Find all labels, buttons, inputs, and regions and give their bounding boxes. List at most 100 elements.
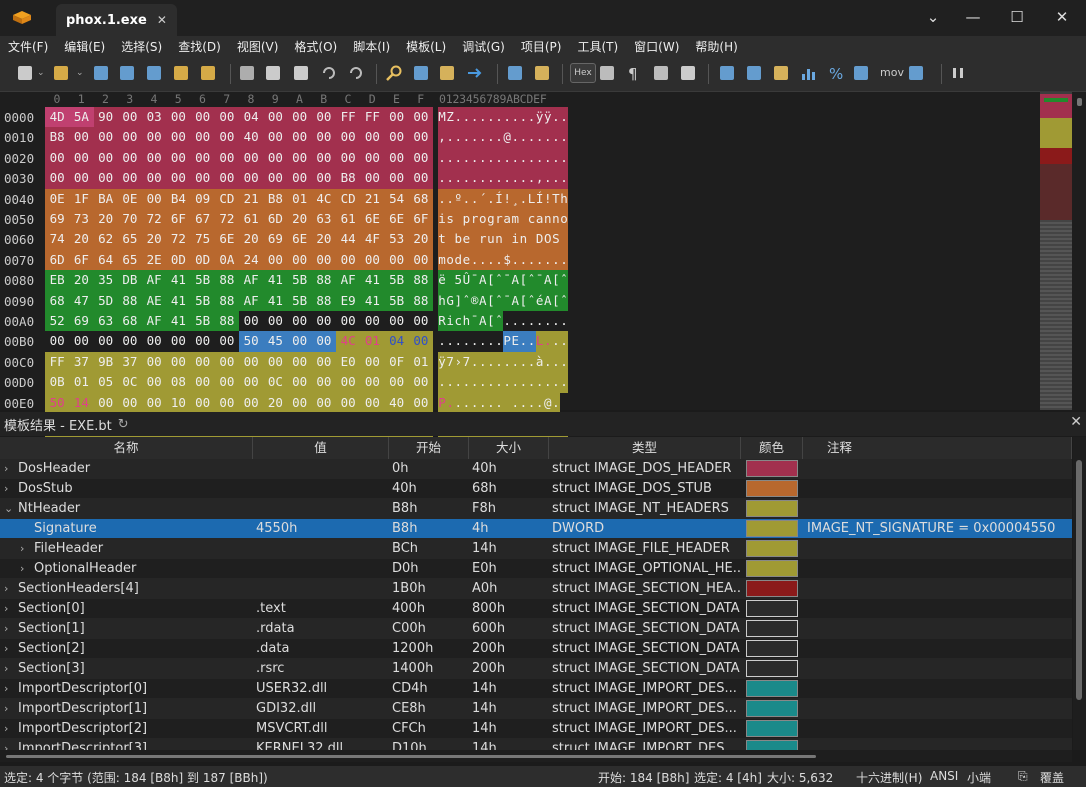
bookmark-next-icon[interactable] xyxy=(533,64,551,82)
hex-editor[interactable]: 0123456789ABCDEF 0123456789ABCDEF 0000 4D… xyxy=(0,92,1086,475)
ascii-char[interactable]: E xyxy=(511,331,520,352)
ascii-char[interactable]: n xyxy=(494,229,504,250)
hex-byte[interactable]: 00 xyxy=(360,392,385,413)
ascii-char[interactable]: ! xyxy=(543,188,552,209)
ascii-char[interactable]: . xyxy=(519,392,528,413)
hex-byte[interactable]: 00 xyxy=(384,147,409,169)
hex-byte[interactable]: 00 xyxy=(360,249,385,271)
ascii-char[interactable]: u xyxy=(486,229,495,250)
tab-close-icon[interactable]: ✕ xyxy=(157,13,167,27)
hex-byte[interactable]: 00 xyxy=(336,311,360,331)
chevron-right-icon[interactable]: › xyxy=(4,702,18,715)
hex-byte[interactable]: 52 xyxy=(45,311,70,332)
ascii-char[interactable]: 7 xyxy=(462,351,471,373)
color-swatch[interactable] xyxy=(746,520,798,537)
ascii-char[interactable]: h xyxy=(438,290,447,311)
goto-icon[interactable] xyxy=(466,64,484,82)
hex-byte[interactable]: 20 xyxy=(239,229,264,250)
table-scroll-thumb[interactable] xyxy=(1076,460,1082,700)
hex-byte[interactable]: 00 xyxy=(384,249,409,271)
ascii-char[interactable]: . xyxy=(494,127,504,148)
hex-byte[interactable]: B8 xyxy=(336,168,361,189)
hex-byte[interactable]: 6E xyxy=(360,209,385,230)
hex-byte[interactable]: 0D xyxy=(190,249,215,271)
hex-byte[interactable]: 00 xyxy=(263,249,288,271)
hex-byte[interactable]: 40 xyxy=(239,127,264,148)
ascii-char[interactable]: t xyxy=(438,229,447,250)
color-swatch[interactable] xyxy=(746,540,798,557)
ascii-char[interactable]: P xyxy=(503,331,512,352)
ascii-char[interactable]: e xyxy=(462,229,471,250)
ascii-char[interactable]: . xyxy=(486,168,495,189)
hex-byte[interactable]: 64 xyxy=(93,249,118,271)
hex-byte[interactable]: 5B xyxy=(190,311,215,332)
ascii-char[interactable] xyxy=(446,229,455,250)
ascii-char[interactable]: . xyxy=(438,188,447,209)
template-row-importdescriptor-0-[interactable]: › ImportDescriptor[0] USER32.dll CD4h 14h str… xyxy=(0,679,1072,699)
hex-byte[interactable]: 5B xyxy=(287,270,312,291)
menu-item-3[interactable]: 查找(D) xyxy=(170,36,229,56)
ascii-char[interactable]: . xyxy=(527,392,536,413)
ascii-char[interactable]: i xyxy=(438,209,447,230)
hex-byte[interactable]: 47 xyxy=(69,290,94,311)
ascii-char[interactable]: Û xyxy=(462,270,471,291)
cell-color[interactable] xyxy=(741,500,803,517)
hex-byte[interactable]: 20 xyxy=(263,392,288,413)
ascii-char[interactable]: . xyxy=(543,351,552,373)
ascii-char[interactable]: . xyxy=(527,147,536,169)
ascii-char[interactable]: . xyxy=(511,147,520,169)
ascii-char[interactable]: ˆ xyxy=(494,270,504,291)
hex-byte[interactable]: 00 xyxy=(142,372,167,393)
ascii-char[interactable] xyxy=(454,209,463,230)
hex-byte[interactable]: 41 xyxy=(166,290,191,311)
hex-byte[interactable]: 14 xyxy=(69,392,94,413)
ascii-char[interactable]: . xyxy=(559,127,569,148)
hex-byte[interactable]: FF xyxy=(45,351,70,373)
redo-icon[interactable] xyxy=(347,64,365,82)
ascii-char[interactable]: . xyxy=(462,188,471,209)
status-endian[interactable]: 小端 xyxy=(967,769,991,786)
hex-byte[interactable]: 61 xyxy=(336,209,361,230)
hex-byte[interactable]: 00 xyxy=(311,147,336,169)
ascii-char[interactable]: D xyxy=(535,229,544,250)
hex-byte[interactable]: 41 xyxy=(166,270,191,291)
hex-byte[interactable]: 00 xyxy=(336,249,361,271)
ascii-char[interactable]: p xyxy=(462,209,471,230)
ascii-char[interactable]: . xyxy=(479,331,487,351)
hex-byte[interactable]: 00 xyxy=(166,351,191,373)
hex-byte[interactable]: 54 xyxy=(384,188,409,209)
hex-byte[interactable]: FF xyxy=(336,107,361,128)
hex-byte[interactable]: 75 xyxy=(190,229,215,250)
hex-byte[interactable]: 00 xyxy=(214,372,239,393)
ascii-char[interactable]: . xyxy=(551,372,560,393)
ascii-char[interactable] xyxy=(446,270,455,291)
hex-byte[interactable]: 20 xyxy=(287,209,312,230)
hex-byte[interactable]: B4 xyxy=(166,188,191,209)
open-dropdown-icon[interactable]: ⌄ xyxy=(76,68,84,78)
ascii-char[interactable]: r xyxy=(470,209,479,230)
hex-byte[interactable]: 70 xyxy=(117,209,142,230)
hex-byte[interactable]: FF xyxy=(360,107,385,128)
hex-byte[interactable]: 00 xyxy=(336,127,361,148)
ascii-char[interactable]: . xyxy=(454,127,463,148)
ascii-char[interactable]: . xyxy=(519,188,528,209)
ascii-char[interactable]: 7 xyxy=(446,351,455,373)
ascii-char[interactable]: ˆ xyxy=(462,290,471,311)
menu-item-4[interactable]: 视图(V) xyxy=(229,36,287,56)
ascii-char[interactable]: . xyxy=(503,147,512,169)
hex-byte[interactable]: 00 xyxy=(263,147,288,169)
hex-byte[interactable]: 20 xyxy=(93,209,118,230)
ascii-char[interactable]: c xyxy=(527,209,536,230)
menu-item-6[interactable]: 脚本(I) xyxy=(345,36,398,56)
ascii-char[interactable]: . xyxy=(551,249,560,271)
hex-byte[interactable]: 00 xyxy=(239,351,264,373)
ascii-char[interactable]: . xyxy=(494,107,504,128)
color-swatch[interactable] xyxy=(746,620,798,637)
ascii-char[interactable]: . xyxy=(527,311,536,331)
ascii-char[interactable]: . xyxy=(503,107,512,128)
ascii-char[interactable]: . xyxy=(478,107,487,128)
hex-byte[interactable]: 40 xyxy=(384,392,409,413)
hex-byte[interactable]: 20 xyxy=(69,270,94,291)
hex-byte[interactable]: 00 xyxy=(311,331,336,352)
hex-byte[interactable]: 5B xyxy=(287,290,312,311)
